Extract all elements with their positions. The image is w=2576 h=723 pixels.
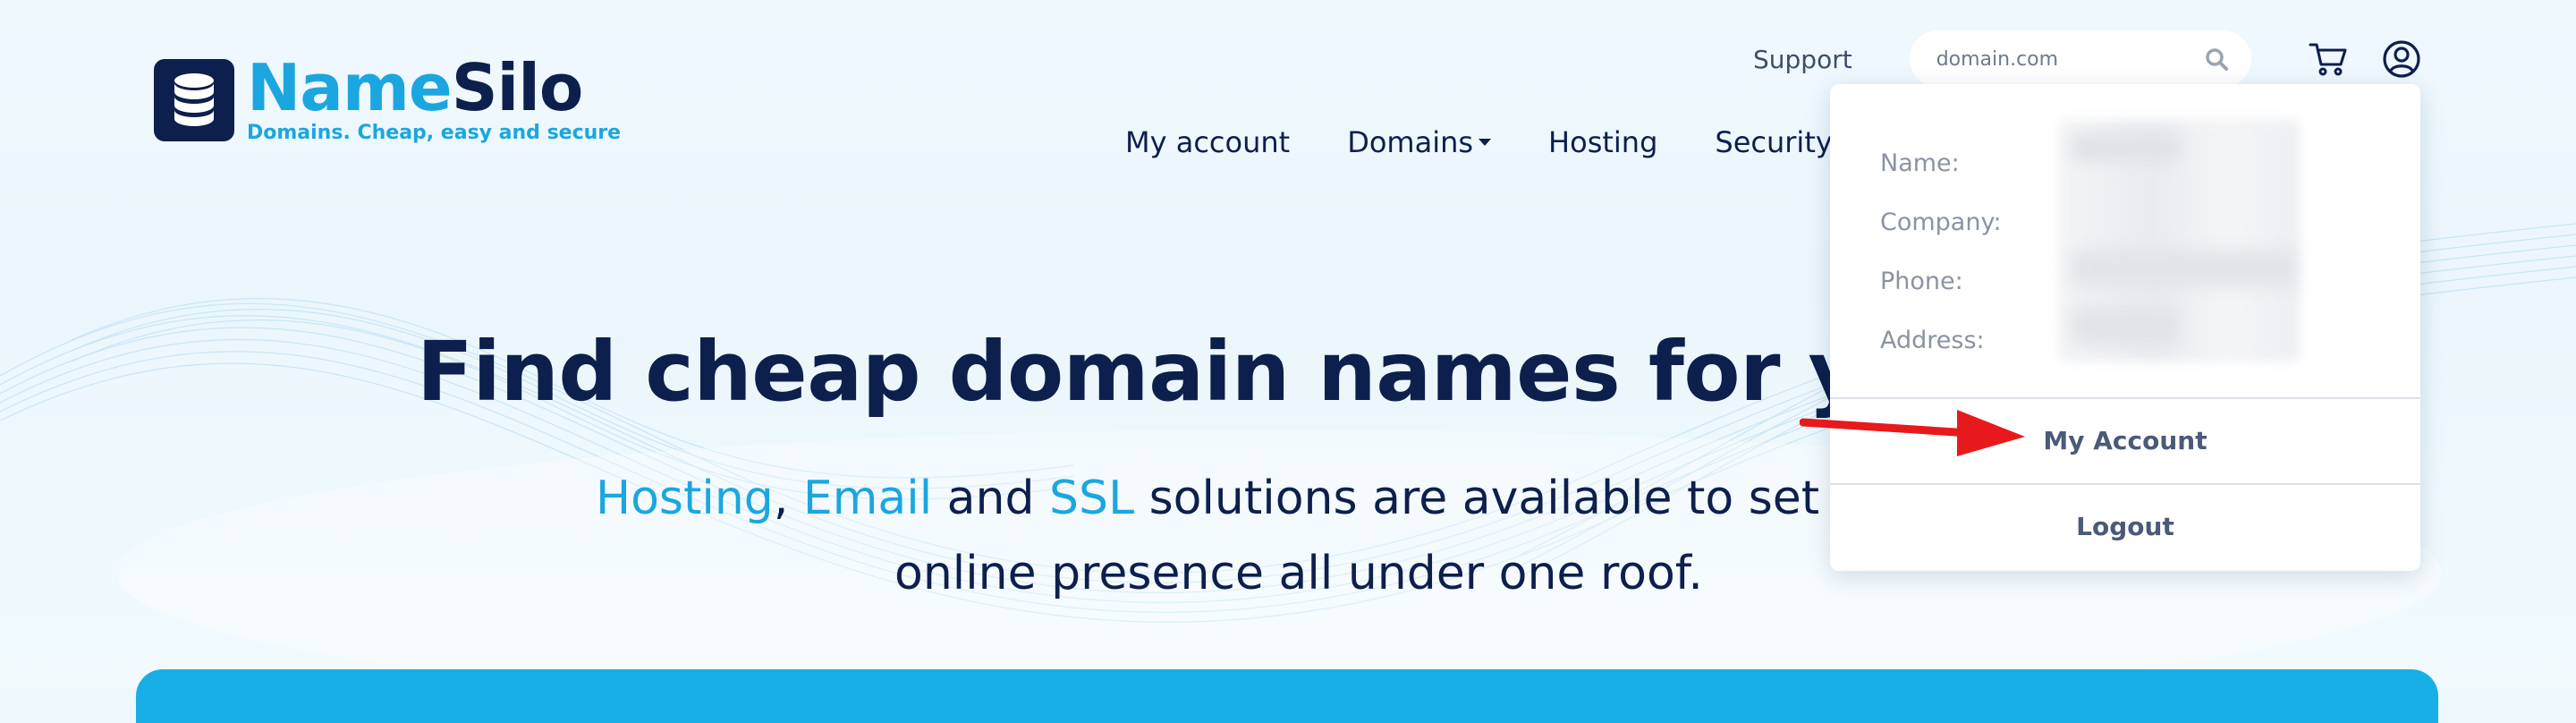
ssl-link[interactable]: SSL: [1049, 472, 1134, 525]
divider: [1830, 483, 2420, 485]
hero-subtitle-line1: Hosting, Email and SSL solutions are ava…: [596, 460, 1864, 537]
nav-item-label: Domains: [1347, 125, 1474, 159]
brand-tagline: Domains. Cheap, easy and secure: [247, 122, 622, 144]
email-link[interactable]: Email: [803, 472, 932, 525]
top-bar: Support: [1753, 30, 2421, 88]
caret-down-icon: [1479, 139, 1492, 146]
main-nav: My account Domains Hosting Security: [1125, 125, 1908, 159]
annotation-arrow-icon: [1799, 403, 2032, 460]
logout-button[interactable]: Logout: [1830, 512, 2420, 541]
database-logo-icon: [154, 58, 234, 141]
account-dropdown: Name: Company: Phone: Address: My Accoun…: [1830, 84, 2420, 571]
account-info: Name: Company: Phone: Address:: [1880, 134, 2002, 370]
account-name-label: Name:: [1880, 149, 1960, 177]
hosting-link[interactable]: Hosting: [596, 472, 774, 525]
redacted-name: [2072, 134, 2179, 161]
cart-icon[interactable]: [2309, 41, 2348, 77]
domain-search: [1909, 30, 2251, 88]
nav-item-hosting[interactable]: Hosting: [1548, 125, 1657, 159]
brand-name-part1: Name: [247, 50, 453, 125]
redacted-phone: [2072, 251, 2295, 286]
nav-item-domains[interactable]: Domains: [1347, 125, 1492, 159]
nav-item-label: Security: [1715, 125, 1833, 159]
brand-name: NameSilo: [247, 55, 621, 120]
nav-item-my-account[interactable]: My account: [1125, 125, 1290, 159]
search-panel-top: [136, 669, 2438, 723]
brand-name-part2: Silo: [451, 50, 584, 125]
domain-search-input[interactable]: [1934, 47, 2205, 72]
hero-text: solutions are available to set u: [1134, 472, 1864, 525]
hero-title: Find cheap domain names for your: [417, 324, 2016, 420]
search-icon[interactable]: [2205, 47, 2228, 71]
account-phone-label: Phone:: [1880, 268, 1963, 295]
hero-text: ,: [773, 472, 789, 525]
nav-item-label: My account: [1125, 125, 1291, 159]
hero-subtitle-line2: online presence all under one roof.: [894, 547, 1703, 600]
divider: [1830, 397, 2420, 399]
account-company-label: Company:: [1880, 208, 2002, 236]
brand-logo[interactable]: NameSilo Domains. Cheap, easy and secure: [154, 55, 621, 144]
user-icon[interactable]: [2382, 39, 2421, 79]
nav-item-label: Hosting: [1548, 125, 1658, 159]
hero-text: and: [932, 472, 1050, 525]
redacted-address: [2072, 308, 2179, 344]
account-address-label: Address:: [1880, 327, 1985, 354]
support-link[interactable]: Support: [1753, 45, 1852, 74]
